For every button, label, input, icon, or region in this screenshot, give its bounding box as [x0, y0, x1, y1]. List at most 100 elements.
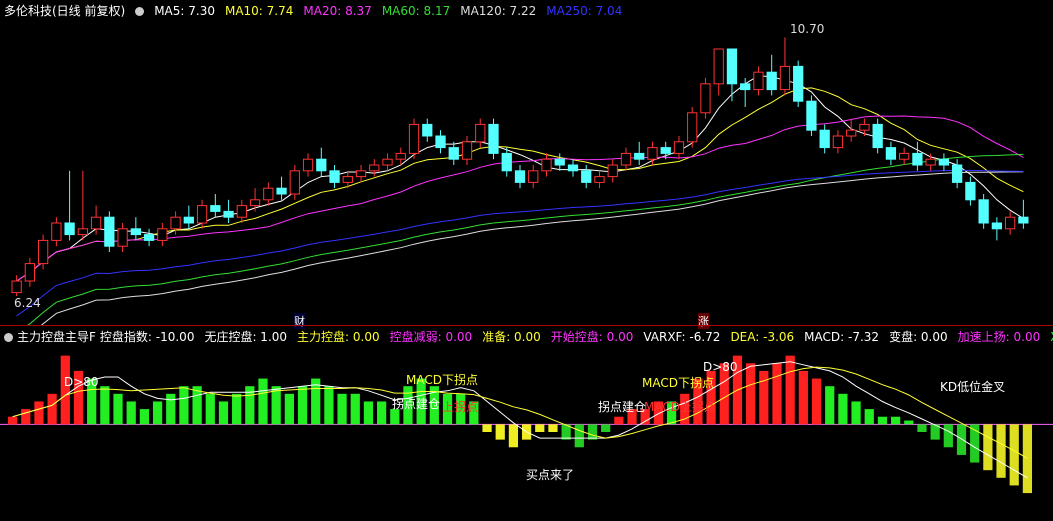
candle-body — [236, 205, 247, 218]
indicator-bar — [152, 401, 163, 425]
indicator-chart[interactable] — [0, 326, 1053, 521]
indicator-bar — [535, 424, 545, 432]
candle-body — [183, 216, 194, 224]
price-high-label: 10.70 — [790, 22, 825, 36]
indicator-bar — [574, 424, 584, 448]
candle-body — [912, 152, 923, 166]
indicator-bar — [759, 370, 769, 425]
indicator-bar — [943, 424, 953, 448]
indicator-signal-line — [12, 366, 1028, 459]
candle-body — [806, 100, 817, 131]
candle-body — [965, 181, 976, 201]
indicator-bar — [126, 401, 136, 425]
candle-body — [938, 158, 950, 166]
candle-body — [991, 222, 1003, 230]
indicator-bar — [877, 416, 888, 425]
candle-body — [501, 152, 512, 172]
indicator-bar — [271, 386, 281, 425]
chart-annotation: MACD上拐点 — [644, 400, 716, 414]
candle-body — [620, 152, 632, 166]
candle-body — [567, 164, 579, 172]
indicator-bar — [864, 409, 874, 425]
candle-body — [263, 187, 274, 201]
indicator-bar — [350, 393, 360, 425]
indicator-bar — [47, 393, 57, 425]
candle-body — [395, 152, 406, 160]
candle-body — [647, 147, 658, 160]
candle-body — [872, 123, 883, 149]
indicator-bar — [587, 424, 598, 440]
candle-body — [276, 187, 287, 195]
indicator-bar — [258, 378, 268, 425]
candle-body — [819, 129, 830, 149]
indicator-bar — [838, 393, 848, 425]
candle-body — [51, 222, 62, 241]
candle-body — [448, 147, 459, 160]
indicator-bar — [811, 378, 822, 425]
candle-body — [90, 216, 102, 230]
indicator-bar — [798, 370, 808, 425]
candle-body — [355, 170, 367, 178]
candle-body — [978, 199, 989, 224]
candle-body — [581, 170, 592, 183]
candle-body — [726, 48, 738, 85]
candle-body — [77, 228, 88, 236]
indicator-bar — [192, 386, 202, 425]
candle-body — [369, 164, 380, 172]
candle-body — [925, 158, 936, 166]
chart-annotation: D>80 — [703, 360, 738, 374]
candle-body — [859, 123, 870, 131]
indicator-bar — [297, 386, 308, 425]
indicator-bar — [7, 416, 18, 425]
indicator-bar — [614, 416, 624, 425]
indicator-bar — [113, 393, 123, 425]
candle-body — [316, 158, 327, 172]
candle-body — [488, 123, 499, 154]
indicator-bar — [1022, 424, 1033, 494]
indicator-bar — [956, 424, 967, 455]
candle-body — [11, 280, 22, 294]
indicator-bar — [996, 424, 1006, 478]
indicator-bar — [904, 420, 914, 425]
ma-line-20 — [16, 115, 1024, 282]
candle-body — [713, 48, 724, 85]
indicator-bar — [100, 386, 110, 425]
candle-body — [779, 65, 791, 91]
candle-body — [846, 129, 857, 137]
candle-body — [952, 164, 963, 183]
indicator-bar — [891, 416, 901, 425]
candlestick-chart[interactable] — [0, 0, 1053, 325]
indicator-bar — [166, 393, 176, 425]
candle-body — [1004, 216, 1016, 230]
candle-body — [37, 239, 49, 265]
candle-body — [342, 176, 353, 183]
indicator-bar — [825, 386, 835, 425]
indicator-bar — [983, 424, 993, 471]
indicator-bar — [337, 393, 347, 425]
indicator-bar — [495, 424, 505, 440]
candle-body — [687, 112, 698, 143]
indicator-bar — [785, 355, 795, 425]
indicator-bar — [60, 355, 70, 425]
candle-body — [249, 199, 261, 207]
candle-body — [382, 158, 393, 166]
candle-body — [885, 147, 897, 160]
price-low-label: 6.24 — [14, 296, 41, 310]
candle-body — [64, 222, 75, 236]
candle-body — [514, 170, 526, 183]
candle-body — [673, 141, 685, 154]
candle-body — [408, 123, 420, 154]
indicator-bar — [482, 424, 492, 432]
candle-body — [210, 205, 221, 212]
candle-body — [832, 135, 844, 149]
candle-body — [634, 152, 645, 160]
candle-body — [899, 152, 910, 160]
indicator-bar — [324, 386, 334, 425]
candle-body — [196, 205, 208, 224]
candle-body — [422, 123, 433, 137]
candle-body — [329, 170, 340, 183]
candle-body — [157, 228, 168, 241]
candle-body — [660, 147, 671, 154]
candle-body — [1018, 216, 1029, 224]
candle-body — [700, 83, 711, 114]
